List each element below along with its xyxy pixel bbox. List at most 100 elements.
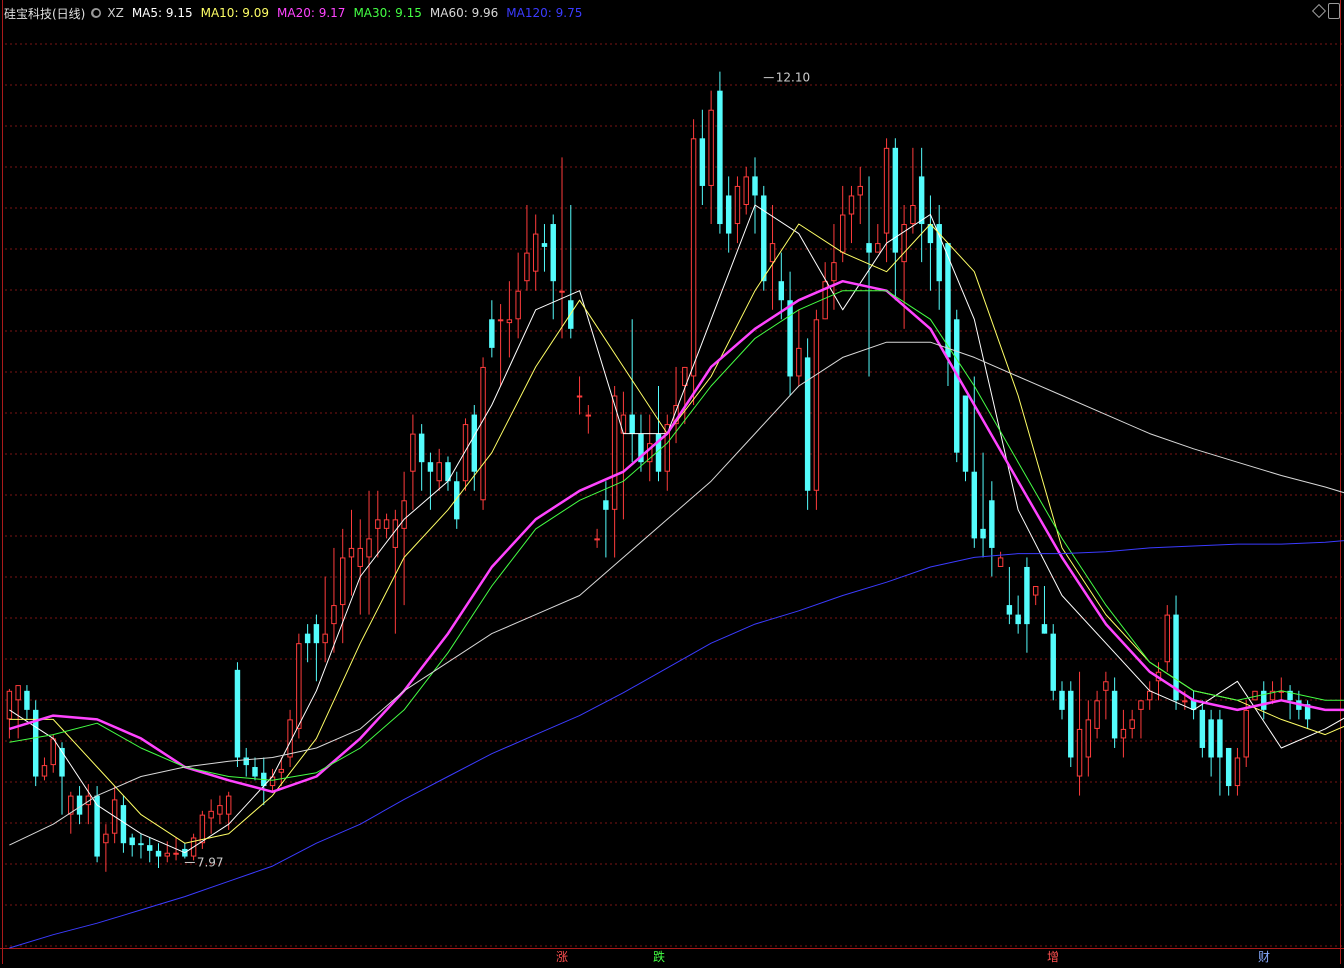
marker-increase[interactable]: 增	[1046, 950, 1060, 964]
candle	[1085, 700, 1092, 777]
candle-body	[1138, 700, 1144, 710]
candle-body	[594, 538, 600, 541]
candle-body	[24, 690, 30, 710]
candle	[182, 843, 188, 859]
marker-finance[interactable]: 财	[1257, 950, 1271, 964]
candle	[313, 614, 320, 682]
candle	[717, 71, 723, 234]
candle-body	[611, 395, 618, 510]
candle-body	[375, 519, 381, 529]
candle-body	[831, 262, 837, 282]
candle	[848, 185, 855, 244]
candle-body	[1068, 690, 1074, 758]
candle-body	[1059, 690, 1065, 710]
candle	[1076, 671, 1083, 796]
candle	[138, 833, 144, 859]
candle	[1068, 681, 1074, 768]
candle	[427, 452, 434, 510]
settings-icon[interactable]: ●	[91, 8, 102, 18]
candle	[664, 414, 670, 491]
candle	[1024, 557, 1030, 653]
candle-body	[918, 176, 925, 225]
candle	[708, 90, 714, 225]
candle	[366, 490, 372, 615]
candle-body	[725, 195, 732, 234]
candle-body	[761, 195, 767, 282]
candle	[866, 176, 872, 377]
candle-body	[1243, 709, 1249, 758]
ma-line-ma120	[9, 540, 1344, 949]
candle	[41, 757, 48, 781]
candle	[261, 757, 267, 806]
candle-body	[954, 319, 960, 453]
candle-body	[708, 109, 714, 186]
candle	[1164, 605, 1170, 672]
candle	[129, 833, 135, 857]
candle	[304, 624, 311, 663]
candle-body	[1103, 681, 1109, 691]
candle	[418, 424, 425, 491]
candle-body	[883, 147, 890, 234]
candle	[445, 456, 451, 491]
candle-body	[138, 843, 144, 846]
ma-line-ma5	[9, 204, 1344, 854]
candle	[24, 685, 30, 720]
candle	[857, 166, 863, 225]
candle	[962, 395, 969, 482]
candle	[796, 309, 802, 386]
candle	[1190, 690, 1197, 720]
candle	[32, 700, 39, 787]
candle-body	[357, 547, 363, 567]
panel-toggle-icon[interactable]	[1328, 3, 1340, 19]
marker-rise[interactable]: 涨	[555, 950, 569, 964]
candle	[524, 204, 530, 291]
candle	[410, 414, 416, 510]
candle-body	[6, 690, 13, 720]
candle	[752, 157, 758, 234]
xz-label[interactable]: XZ	[107, 6, 123, 20]
candlestick-chart[interactable]: 12.10 7.97	[0, 0, 1344, 964]
candle-body	[480, 366, 486, 501]
candle-body	[532, 233, 539, 272]
candle-body	[1024, 566, 1030, 625]
candle	[103, 824, 109, 872]
candle	[1208, 709, 1214, 777]
candle-body	[813, 319, 820, 491]
candle-body	[410, 433, 416, 472]
candle-body	[348, 547, 355, 558]
candle-body	[1094, 700, 1100, 729]
candle-body	[278, 768, 285, 773]
candle	[910, 147, 916, 234]
candle-body	[927, 224, 934, 244]
candle-body	[734, 185, 741, 225]
candle	[76, 786, 83, 825]
candle	[1094, 690, 1100, 739]
candle-body	[585, 414, 592, 417]
candle	[585, 405, 592, 434]
candle-body	[848, 195, 855, 215]
candle	[927, 195, 934, 291]
candle-body	[401, 500, 407, 529]
marker-fall[interactable]: 跌	[652, 950, 666, 964]
candle	[94, 786, 100, 863]
candle	[375, 490, 381, 558]
ma120-label: MA120: 9.75	[506, 6, 583, 20]
candle-body	[1085, 719, 1092, 758]
candle-body	[497, 319, 504, 322]
candle-body	[418, 433, 425, 463]
candle-body	[839, 214, 846, 253]
candle-body	[155, 850, 162, 857]
candle-body	[515, 290, 521, 320]
candle	[462, 418, 469, 491]
candle	[1041, 586, 1048, 634]
candle	[436, 448, 442, 491]
candle-body	[1006, 605, 1013, 615]
ma10-label: MA10: 9.09	[200, 6, 270, 20]
candle-body	[120, 805, 127, 844]
candle-body	[1147, 690, 1153, 701]
candle	[120, 795, 127, 853]
candle	[111, 786, 118, 844]
candle-body	[1032, 586, 1039, 596]
candle-body	[1015, 614, 1021, 625]
candle	[1173, 595, 1179, 710]
